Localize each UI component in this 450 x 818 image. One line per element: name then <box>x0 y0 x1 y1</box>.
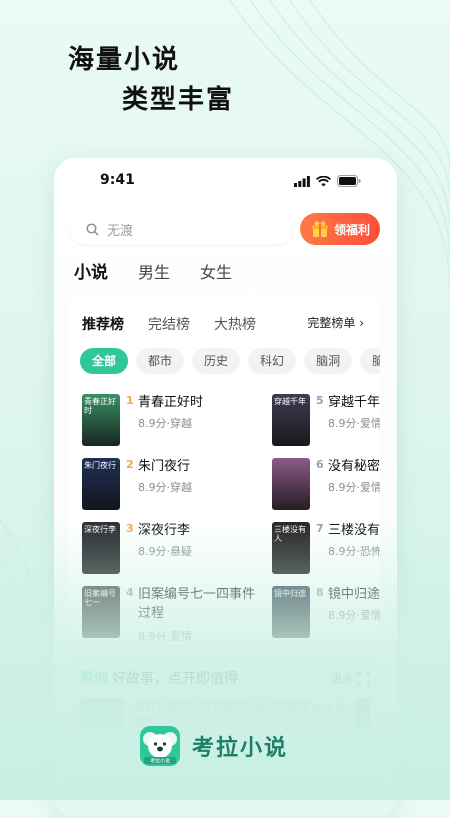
tab-novel[interactable]: 小说 <box>70 258 108 283</box>
chip-scifi[interactable]: 科幻 <box>248 348 297 374</box>
gender-tabs: 小说 男生 女生 <box>70 258 232 283</box>
chip-history[interactable]: 历史 <box>192 348 241 374</box>
book-cover: 镜中归途 <box>272 586 310 638</box>
battery-icon <box>337 175 361 187</box>
book-cover <box>272 458 310 510</box>
status-bar: 9:41 <box>54 172 397 194</box>
original-title: 原创 好故事，点开即值得 <box>80 668 238 688</box>
cover-title: 穿越千年 <box>274 397 306 406</box>
status-icons <box>294 175 361 187</box>
book-cover: 深夜行李 <box>82 522 120 574</box>
promo-line-1: 海量小说 <box>68 45 181 75</box>
book-item[interactable]: 镜中归途 8 镜中归途 8.9分·爱情 <box>272 586 380 642</box>
book-title: 镜中归途 <box>328 587 380 602</box>
gift-icon <box>311 221 328 237</box>
search-box[interactable]: 无渡 <box>70 214 292 244</box>
book-meta: 8.9分·爱情 <box>328 417 380 430</box>
book-item[interactable]: 深夜行李 3 深夜行李 8.9分·悬疑 <box>82 522 232 578</box>
book-item[interactable]: 6 没有秘密 8.9分·爱情 <box>272 458 380 514</box>
expand-icon <box>357 671 370 685</box>
cover-title: 三楼没有人 <box>274 525 306 543</box>
original-slogan: 好故事，点开即值得 <box>112 671 238 687</box>
more-link[interactable]: 更多 <box>331 670 370 686</box>
original-section: 原创 好故事，点开即值得 更多 没有秘密的你没有秘密的你没有秘密的你 9.3分 <box>68 656 380 786</box>
book-rank: 7 <box>316 522 324 535</box>
logo-text: 考拉小说 <box>150 758 170 765</box>
book-cover: 朱门夜行 <box>82 458 120 510</box>
book-title: 深夜行李 <box>138 523 191 538</box>
ranking-card: 推荐榜 完结榜 大热榜 完整榜单 › 全部 都市 历史 科幻 脑洞 脑 青春正好… <box>68 294 380 648</box>
chip-brainhole[interactable]: 脑洞 <box>304 348 353 374</box>
rank-tabs: 推荐榜 完结榜 大热榜 <box>82 314 256 334</box>
book-item[interactable]: 旧案编号七一 4 旧案编号七一四事件过程 8.9分·爱情 <box>82 586 262 643</box>
brand-name: 考拉小说 <box>192 736 289 761</box>
cover-title: 深夜行李 <box>84 525 116 534</box>
book-meta: 8.9分·恐怖 <box>328 545 380 558</box>
book-cover: 三楼没有人 <box>272 522 310 574</box>
book-rank: 6 <box>316 458 324 471</box>
cover-title: 青春正好时 <box>84 397 116 415</box>
book-rank: 3 <box>126 522 134 535</box>
book-title: 旧案编号七一四事件过程 <box>138 587 256 621</box>
welfare-label: 领福利 <box>333 222 370 237</box>
book-title: 穿越千年 <box>328 395 380 410</box>
book-rank: 5 <box>316 394 324 407</box>
book-item[interactable]: 青春正好时 1 青春正好时 8.9分·穿越 <box>82 394 232 450</box>
original-badge: 原创 <box>80 671 108 687</box>
book-title: 朱门夜行 <box>138 459 191 474</box>
promo-headline: 海量小说 类型丰富 <box>68 40 234 120</box>
book-cover: 青春正好时 <box>82 394 120 446</box>
book-meta: 8.9分·爱情 <box>138 630 192 643</box>
chip-more[interactable]: 脑 <box>360 348 380 374</box>
original-book-cover-next[interactable] <box>356 698 370 728</box>
book-title: 没有秘密 <box>328 459 380 474</box>
book-item[interactable]: 朱门夜行 2 朱门夜行 8.9分·穿越 <box>82 458 232 514</box>
book-meta: 8.9分·爱情 <box>328 481 380 494</box>
full-rank-link[interactable]: 完整榜单 › <box>307 314 364 331</box>
cover-title: 旧案编号七一 <box>84 589 116 607</box>
book-cover: 旧案编号七一 <box>82 586 120 638</box>
status-time: 9:41 <box>100 172 135 188</box>
wifi-icon <box>316 175 331 186</box>
search-icon <box>86 222 99 236</box>
book-title: 青春正好时 <box>138 395 204 410</box>
book-meta: 8.9分·悬疑 <box>138 545 192 558</box>
brand-footer: 考拉小说 考拉小说 <box>140 726 288 766</box>
rank-tab-hot[interactable]: 大热榜 <box>214 314 256 334</box>
promo-line-2: 类型丰富 <box>122 85 235 115</box>
book-meta: 8.9分·穿越 <box>138 417 192 430</box>
signal-icon <box>294 175 310 187</box>
book-item[interactable]: 三楼没有人 7 三楼没有 8.9分·恐怖 <box>272 522 380 578</box>
phone-screen: 9:41 无渡 领福利 小说 男生 女生 推荐榜 完结榜 大热榜 完整榜单 › … <box>54 158 397 818</box>
welfare-button[interactable]: 领福利 <box>300 213 380 245</box>
book-rank: 1 <box>126 394 134 407</box>
tab-male[interactable]: 男生 <box>138 259 170 283</box>
search-placeholder: 无渡 <box>107 223 134 239</box>
book-title: 三楼没有 <box>328 523 380 538</box>
chip-city[interactable]: 都市 <box>136 348 185 374</box>
rank-tab-finished[interactable]: 完结榜 <box>148 314 190 334</box>
book-meta: 8.9分·穿越 <box>138 481 192 494</box>
book-rank: 4 <box>126 586 134 599</box>
more-label: 更多 <box>331 672 353 685</box>
rank-tab-recommend[interactable]: 推荐榜 <box>82 314 124 334</box>
book-meta: 8.9分·爱情 <box>328 609 380 622</box>
cover-title: 朱门夜行 <box>84 461 116 470</box>
book-cover: 穿越千年 <box>272 394 310 446</box>
book-rank: 2 <box>126 458 134 471</box>
chip-all[interactable]: 全部 <box>80 348 129 374</box>
category-chips: 全部 都市 历史 科幻 脑洞 脑 <box>80 348 380 374</box>
book-rank: 8 <box>316 586 324 599</box>
koala-logo-icon: 考拉小说 <box>140 726 180 766</box>
cover-title: 镜中归途 <box>274 589 306 598</box>
original-book-score: 9.3分 <box>312 702 346 716</box>
tab-female[interactable]: 女生 <box>200 259 232 283</box>
original-book-cover[interactable] <box>80 698 124 728</box>
book-item[interactable]: 穿越千年 5 穿越千年 8.9分·爱情 <box>272 394 380 450</box>
